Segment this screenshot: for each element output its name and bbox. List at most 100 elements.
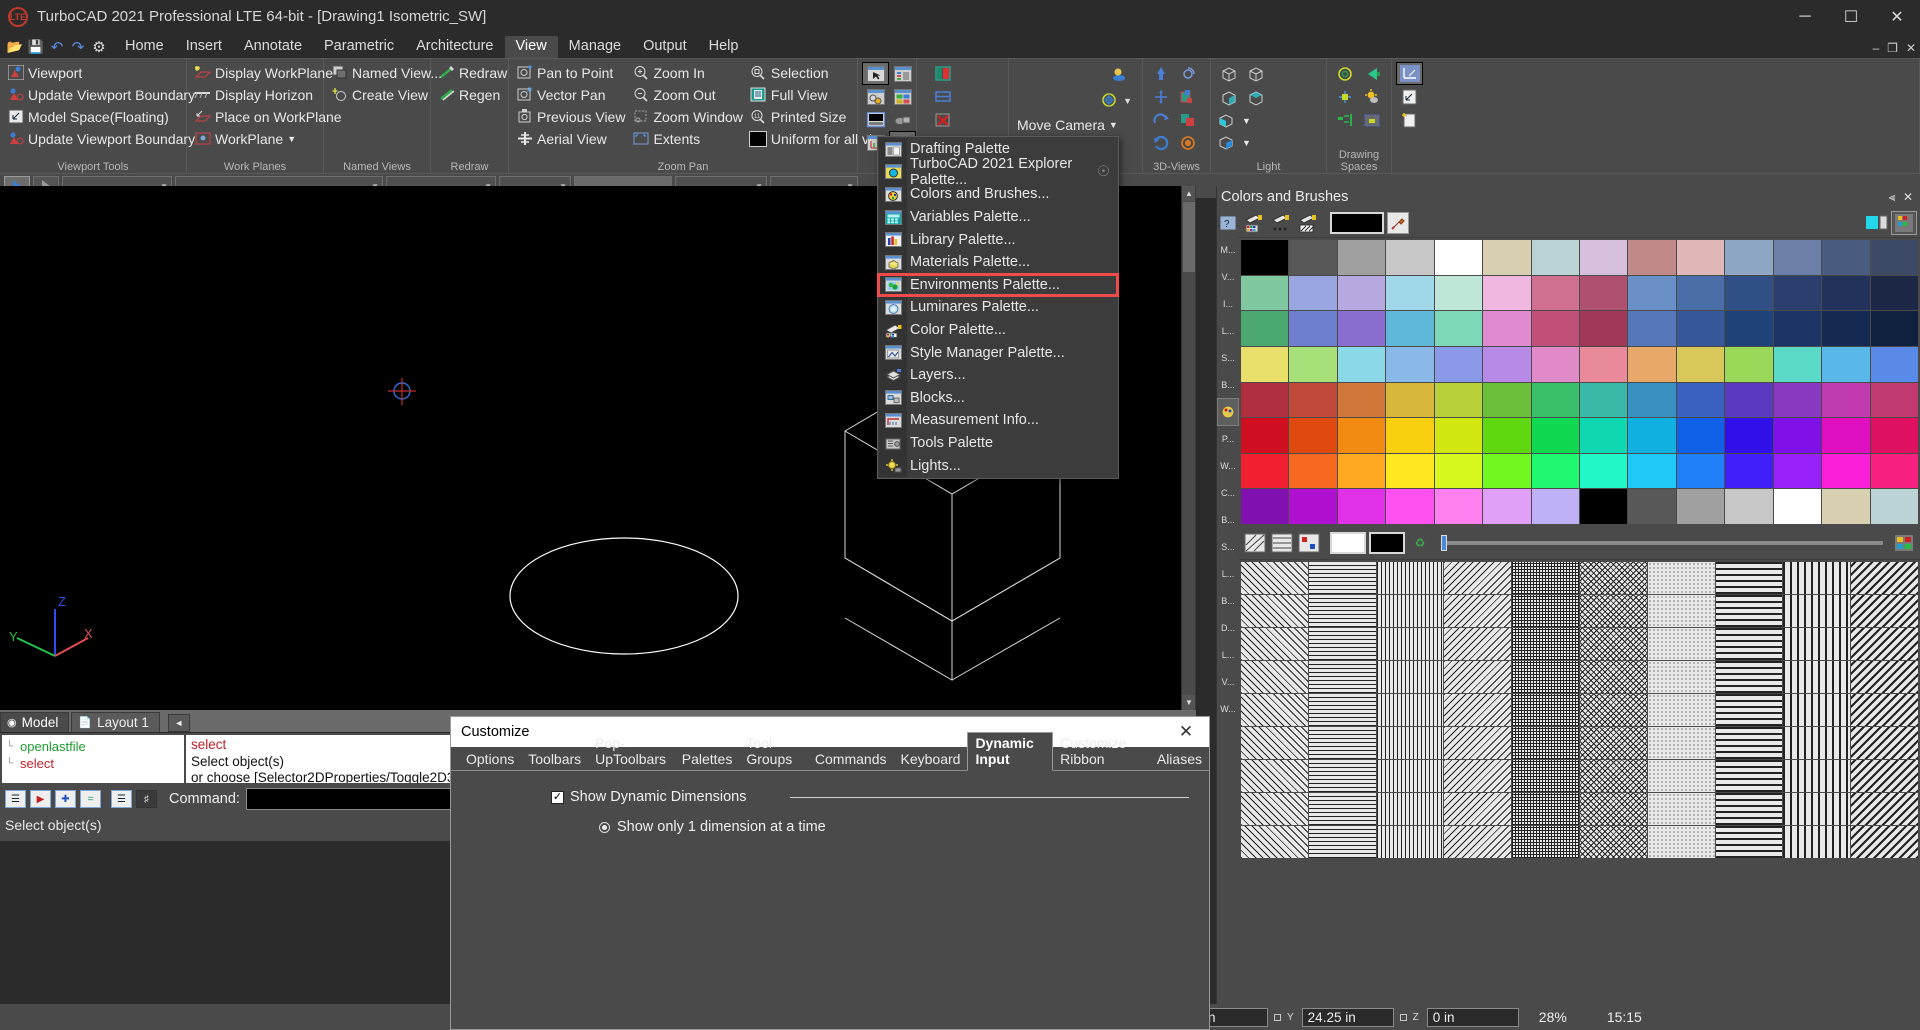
view-cube-4-icon[interactable] [1243, 87, 1268, 108]
y-coordinate-field[interactable]: 24.25 in [1301, 1007, 1394, 1027]
hatch-swatch[interactable] [1783, 694, 1851, 726]
color-swatch[interactable] [1628, 346, 1676, 382]
menu-item-layers[interactable]: Layers... [878, 364, 1118, 387]
vtab-info[interactable]: I... [1218, 291, 1238, 317]
palette-grid-icon[interactable] [890, 86, 915, 107]
hatch-swatch[interactable] [1241, 595, 1308, 627]
hatch-swatch[interactable] [1783, 760, 1851, 792]
color-swatch[interactable] [1386, 240, 1434, 275]
color-swatch[interactable] [1386, 418, 1434, 453]
color-swatch[interactable] [1241, 311, 1289, 346]
color-swatch[interactable] [1289, 346, 1337, 382]
ribbon-item-model-space-floating[interactable]: Model Space(Floating) [4, 106, 182, 127]
hatch-swatch[interactable] [1241, 727, 1308, 759]
vtab-selection[interactable]: S... [1218, 534, 1238, 560]
vtab-window[interactable]: W... [1218, 696, 1238, 722]
color-swatch[interactable] [1870, 346, 1918, 382]
color-swatch[interactable] [1628, 453, 1676, 489]
x-coordinate-field[interactable]: n [1202, 1007, 1268, 1027]
equal-icon[interactable]: = [80, 790, 101, 808]
brush-color-1-swatch[interactable] [1330, 531, 1366, 554]
sheet-nav-prev-button[interactable]: ◄ [167, 714, 190, 732]
hatch-swatch[interactable] [1512, 760, 1579, 792]
ribbon-item-move-camera[interactable]: Move Camera ▼ [1013, 114, 1138, 135]
z-coordinate-field[interactable]: 0 in [1426, 1007, 1519, 1027]
color-swatch[interactable] [1725, 418, 1773, 453]
hatch-swatch[interactable] [1308, 628, 1376, 660]
ribbon-item-vector-pan[interactable]: Vector Pan [513, 84, 629, 105]
hatch-swatch[interactable] [1647, 826, 1715, 858]
hatch-swatch[interactable] [1512, 562, 1579, 594]
hatch-swatch[interactable] [1444, 661, 1512, 693]
hatch-swatch[interactable] [1647, 628, 1715, 660]
brush-slider[interactable] [1441, 534, 1883, 551]
color-swatch[interactable] [1289, 240, 1337, 275]
scroll-down-arrow-icon[interactable]: ▼ [1182, 695, 1195, 710]
menu-item-materials-palette[interactable]: Materials Palette... [878, 251, 1118, 274]
color-swatch[interactable] [1822, 489, 1870, 524]
hatch-swatch[interactable] [1783, 661, 1851, 693]
color-swatch[interactable] [1483, 453, 1531, 489]
hatch-swatch[interactable] [1444, 628, 1512, 660]
drawing-space-new-icon[interactable] [1397, 109, 1422, 130]
color-swatch[interactable] [1434, 346, 1483, 382]
light-ambient-icon[interactable] [1359, 109, 1384, 130]
color-swatch[interactable] [1725, 346, 1773, 382]
color-swatch[interactable] [1676, 240, 1725, 275]
hatch-swatch[interactable] [1580, 826, 1647, 858]
hatch-swatch[interactable] [1715, 727, 1783, 759]
ribbon-item-aerial-view[interactable]: Aerial View [513, 128, 629, 149]
dialog-tab-commands[interactable]: Commands [808, 749, 894, 770]
color-swatch[interactable] [1386, 275, 1434, 311]
color-swatch[interactable] [1531, 346, 1579, 382]
color-swatch[interactable] [1531, 311, 1579, 346]
color-swatch[interactable] [1725, 382, 1773, 418]
vtab-blocks2[interactable]: B... [1218, 588, 1238, 614]
color-swatch[interactable] [1822, 418, 1870, 453]
canvas-vertical-scrollbar[interactable]: ▲ ▼ [1181, 186, 1195, 710]
hatch-swatch[interactable] [1647, 595, 1715, 627]
vtab-properties[interactable]: P... [1218, 426, 1238, 452]
view-cube-2-icon[interactable] [1243, 63, 1268, 84]
color-swatch[interactable] [1676, 346, 1725, 382]
hatch-swatch[interactable] [1851, 727, 1918, 759]
color-swatch[interactable] [1822, 382, 1870, 418]
hatch-swatch[interactable] [1783, 727, 1851, 759]
hatch-swatch[interactable] [1308, 793, 1376, 825]
hatch-swatch[interactable] [1444, 727, 1512, 759]
vtab-measure[interactable]: M... [1218, 237, 1238, 263]
color-swatch[interactable] [1676, 382, 1725, 418]
hatch-swatch[interactable] [1241, 760, 1308, 792]
color-swatch[interactable] [1870, 240, 1918, 275]
color-swatch[interactable] [1773, 418, 1822, 453]
color-swatch[interactable] [1434, 275, 1483, 311]
ribbon-item-extents[interactable]: Extents [629, 128, 746, 149]
hatch-swatch[interactable] [1715, 661, 1783, 693]
color-swatch[interactable] [1628, 311, 1676, 346]
color-swatch[interactable] [1531, 382, 1579, 418]
chevron-down-icon[interactable]: ▼ [287, 134, 296, 144]
hatch-swatch[interactable] [1241, 826, 1308, 858]
color-swatch[interactable] [1579, 240, 1628, 275]
hatch-swatch[interactable] [1851, 694, 1918, 726]
color-swatch[interactable] [1725, 453, 1773, 489]
color-swatch[interactable] [1434, 382, 1483, 418]
hatch-swatch[interactable] [1444, 760, 1512, 792]
pin-icon[interactable]: ⫷ [1884, 189, 1900, 205]
walk-rotate-icon[interactable] [1148, 109, 1173, 130]
ribbon-restore-button[interactable]: ❐ [1887, 41, 1898, 55]
chevron-down-icon[interactable]: ▼ [1123, 96, 1132, 106]
hatch-swatch[interactable] [1308, 727, 1376, 759]
hatch-swatch[interactable] [1308, 694, 1376, 726]
snap-icon[interactable]: ✚ [55, 790, 76, 808]
ribbon-item-dimetric[interactable]: ▼ [1215, 132, 1269, 153]
hatch-swatch[interactable] [1444, 826, 1512, 858]
hatch-swatch[interactable] [1715, 562, 1783, 594]
color-swatch[interactable] [1289, 418, 1337, 453]
color-swatch[interactable] [1870, 382, 1918, 418]
menu-item-measurement-info[interactable]: Measurement Info... [878, 409, 1118, 432]
hatch-swatch[interactable] [1647, 727, 1715, 759]
color-swatch[interactable] [1628, 240, 1676, 275]
tab-parametric[interactable]: Parametric [313, 36, 405, 58]
hatch-swatch[interactable] [1308, 661, 1376, 693]
